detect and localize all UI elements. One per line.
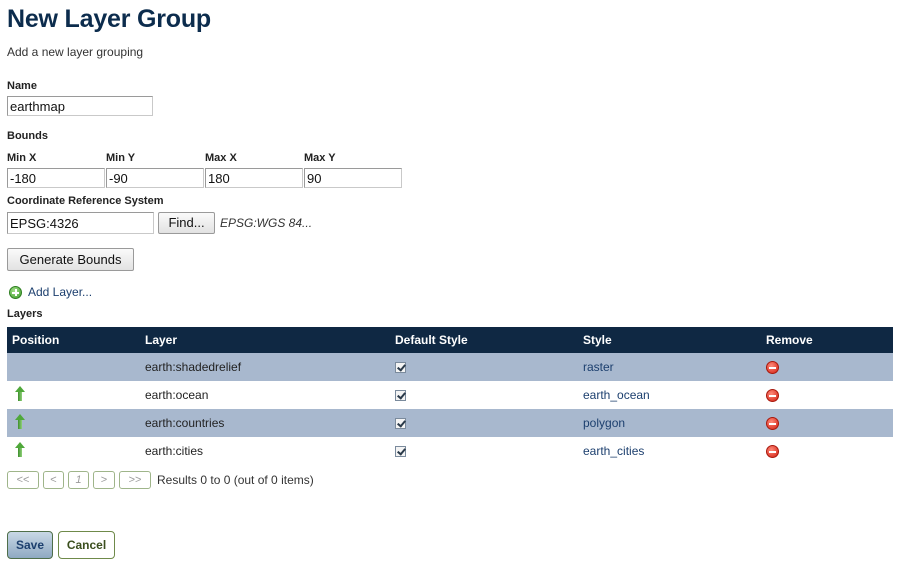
add-layer-link[interactable]: Add Layer... <box>9 285 92 299</box>
table-row: earth:ocean earth_ocean <box>7 381 893 409</box>
name-label: Name <box>7 80 37 92</box>
name-input[interactable] <box>7 96 153 116</box>
maxx-label: Max X <box>205 152 237 164</box>
style-link[interactable]: polygon <box>583 416 625 430</box>
pager-next-button[interactable]: > <box>93 471 115 489</box>
position-cell <box>7 381 140 409</box>
remove-circle-icon[interactable] <box>766 417 779 431</box>
add-layer-label[interactable]: Add Layer... <box>28 285 92 299</box>
table-row: earth:countries polygon <box>7 409 893 437</box>
position-cell <box>7 409 140 437</box>
table-row: earth:cities earth_cities <box>7 437 893 465</box>
save-button[interactable]: Save <box>7 531 53 559</box>
pager-info: Results 0 to 0 (out of 0 items) <box>157 473 314 487</box>
position-cell <box>7 353 140 381</box>
pager-first-button[interactable]: << <box>7 471 39 489</box>
default-style-checkbox[interactable] <box>395 418 406 430</box>
style-link[interactable]: raster <box>583 360 614 374</box>
maxy-label: Max Y <box>304 152 336 164</box>
pager-last-button[interactable]: >> <box>119 471 151 489</box>
maxy-input[interactable] <box>304 168 402 188</box>
style-link[interactable]: earth_ocean <box>583 388 650 402</box>
position-cell <box>7 437 140 465</box>
crs-description[interactable]: EPSG:WGS 84... <box>220 216 312 230</box>
page-title: New Layer Group <box>7 5 211 33</box>
page-subtitle: Add a new layer grouping <box>7 45 144 59</box>
table-row: earth:shadedrelief raster <box>7 353 893 381</box>
default-style-checkbox[interactable] <box>395 446 406 458</box>
layers-label: Layers <box>7 308 43 320</box>
column-header-remove[interactable]: Remove <box>761 327 893 353</box>
find-crs-button[interactable]: Find... <box>158 212 215 234</box>
column-header-style[interactable]: Style <box>578 327 761 353</box>
maxx-input[interactable] <box>205 168 303 188</box>
minx-label: Min X <box>7 152 37 164</box>
generate-bounds-button[interactable]: Generate Bounds <box>7 248 134 271</box>
remove-circle-icon[interactable] <box>766 389 779 403</box>
layers-table-header: Position Layer Default Style Style Remov… <box>7 327 893 353</box>
arrow-up-icon[interactable] <box>15 442 25 457</box>
default-style-cell <box>390 381 578 409</box>
default-style-cell <box>390 409 578 437</box>
layer-name: earth:ocean <box>140 381 390 409</box>
arrow-up-icon[interactable] <box>15 414 25 429</box>
layers-table: Position Layer Default Style Style Remov… <box>7 327 893 465</box>
miny-label: Min Y <box>106 152 136 164</box>
layer-name: earth:cities <box>140 437 390 465</box>
pager-page-button[interactable]: 1 <box>68 471 89 489</box>
layer-name: earth:countries <box>140 409 390 437</box>
layer-name: earth:shadedrelief <box>140 353 390 381</box>
style-link[interactable]: earth_cities <box>583 444 644 458</box>
column-header-position[interactable]: Position <box>7 327 140 353</box>
remove-circle-icon[interactable] <box>766 361 779 375</box>
arrow-up-icon[interactable] <box>15 386 25 401</box>
cancel-button[interactable]: Cancel <box>58 531 115 559</box>
column-header-default-style[interactable]: Default Style <box>390 327 578 353</box>
crs-label: Coordinate Reference System <box>7 195 164 207</box>
miny-input[interactable] <box>106 168 204 188</box>
default-style-checkbox[interactable] <box>395 390 406 402</box>
pager: << < 1 > >> Results 0 to 0 (out of 0 ite… <box>7 471 314 489</box>
remove-circle-icon[interactable] <box>766 445 779 459</box>
crs-input[interactable] <box>7 212 154 234</box>
default-style-cell <box>390 353 578 381</box>
minx-input[interactable] <box>7 168 105 188</box>
column-header-layer[interactable]: Layer <box>140 327 390 353</box>
add-circle-icon <box>9 285 22 299</box>
default-style-checkbox[interactable] <box>395 362 406 374</box>
default-style-cell <box>390 437 578 465</box>
pager-prev-button[interactable]: < <box>43 471 64 489</box>
bounds-label: Bounds <box>7 130 48 142</box>
